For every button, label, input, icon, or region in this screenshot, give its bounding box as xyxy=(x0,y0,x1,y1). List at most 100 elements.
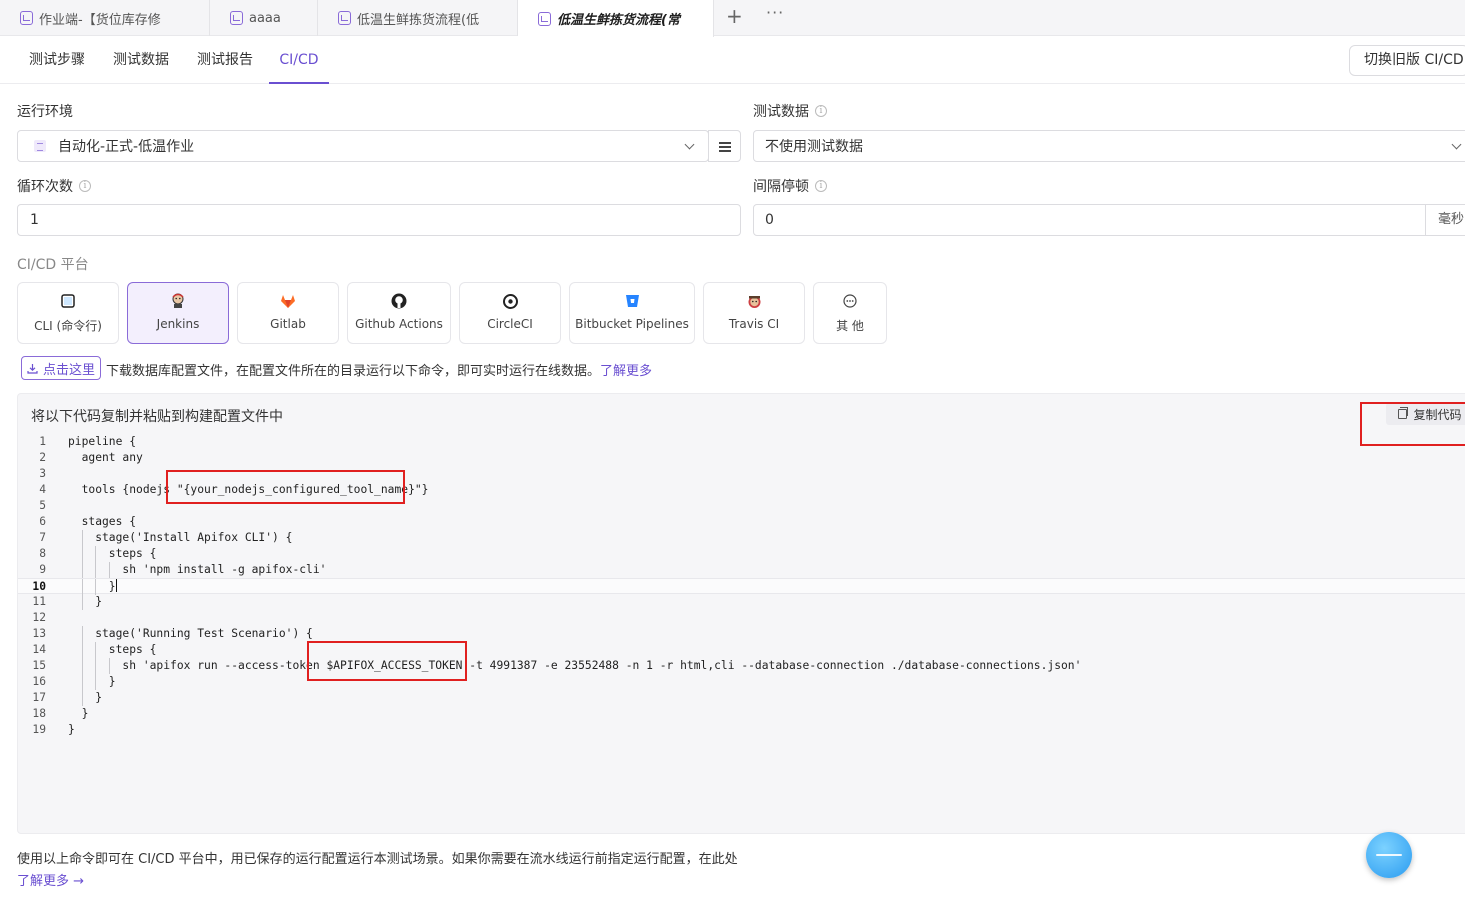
text-cursor xyxy=(115,579,118,592)
switch-old-cicd-button[interactable]: 切换旧版 CI/CD xyxy=(1349,45,1465,76)
code-line: 8 steps { xyxy=(18,546,1465,562)
env-label-text: 运行环境 xyxy=(17,104,73,120)
code-text: steps { xyxy=(68,547,157,560)
info-icon[interactable]: i xyxy=(815,180,827,192)
tab-cicd[interactable]: CI/CD xyxy=(269,36,329,84)
code-text: steps { xyxy=(68,643,157,656)
line-number: 6 xyxy=(39,515,46,528)
editor-tab[interactable]: 作业端-【货位库存修 xyxy=(0,0,210,36)
environment-icon xyxy=(34,140,46,152)
code-panel-title: 将以下代码复制并粘贴到构建配置文件中 xyxy=(31,409,283,425)
bitbucket-icon xyxy=(624,293,640,309)
platform-card-label: Gitlab xyxy=(270,317,306,331)
add-tab-icon[interactable]: + xyxy=(726,4,743,28)
gitlab-icon xyxy=(280,293,296,309)
code-line: 15 sh 'apifox run --access-token $APIFOX… xyxy=(18,658,1465,674)
floating-assistant-button[interactable] xyxy=(1366,832,1412,878)
platform-card-circleci[interactable]: CircleCI xyxy=(459,282,561,344)
platform-card-other[interactable]: 其 他 xyxy=(813,282,887,344)
platform-card-label: Github Actions xyxy=(355,317,443,331)
code-line: 12 xyxy=(18,610,1465,626)
code-text: } xyxy=(68,675,116,688)
code-line: 9 sh 'npm install -g apifox-cli' xyxy=(18,562,1465,578)
platform-card-cli[interactable]: CLI (命令行) xyxy=(17,282,119,344)
code-text: } xyxy=(68,595,103,608)
footer-text: 使用以上命令即可在 CI/CD 平台中，用已保存的运行配置运行本测试场景。如果你… xyxy=(17,852,738,867)
line-number: 14 xyxy=(32,643,46,656)
travis-icon xyxy=(746,293,762,309)
editor-tab[interactable]: aaaa xyxy=(210,0,318,36)
line-number: 8 xyxy=(39,547,46,560)
interval-label: 间隔停顿 i xyxy=(753,176,827,196)
test-scenario-icon xyxy=(20,11,33,25)
code-text: } xyxy=(68,579,118,593)
terminal-icon xyxy=(60,293,76,309)
line-number: 1 xyxy=(39,435,46,448)
loop-count-value: 1 xyxy=(30,212,39,228)
platform-card-jenkins[interactable]: Jenkins xyxy=(127,282,229,344)
platform-card-label: Travis CI xyxy=(728,317,780,331)
download-hint: 下载数据库配置文件，在配置文件所在的目录运行以下命令，即可实时运行在线数据。了解… xyxy=(106,360,652,379)
platform-card-label: CircleCI xyxy=(487,317,533,331)
learn-more-link[interactable]: 了解更多 xyxy=(600,364,652,379)
env-select-value: 自动化-正式-低温作业 xyxy=(58,139,195,155)
code-line: 6 stages { xyxy=(18,514,1465,530)
download-config-button[interactable]: 点击这里 xyxy=(21,356,101,380)
download-hint-text: 下载数据库配置文件，在配置文件所在的目录运行以下命令，即可实时运行在线数据。 xyxy=(106,364,601,379)
platform-card-bitbucket[interactable]: Bitbucket Pipelines xyxy=(569,282,695,344)
test-scenario-icon xyxy=(338,11,351,25)
more-circle-icon xyxy=(842,293,858,309)
info-icon[interactable]: i xyxy=(79,180,91,192)
code-text: pipeline { xyxy=(68,435,137,448)
code-line: 13 stage('Running Test Scenario') { xyxy=(18,626,1465,642)
platform-card-github-actions[interactable]: Github Actions xyxy=(347,282,451,344)
download-icon xyxy=(27,363,38,374)
code-line: 7 stage('Install Apifox CLI') { xyxy=(18,530,1465,546)
more-tabs-icon[interactable]: ··· xyxy=(766,3,784,22)
code-text: agent any xyxy=(68,451,143,464)
testdata-label: 测试数据 i xyxy=(753,101,827,121)
cicd-platform-label: CI/CD 平台 xyxy=(17,254,89,274)
info-icon[interactable]: i xyxy=(815,105,827,117)
editor-tab[interactable]: 低温生鲜拣货流程(低 xyxy=(318,0,518,36)
code-text: } xyxy=(68,691,103,704)
tab-test-data[interactable]: 测试数据 xyxy=(113,36,169,84)
env-label: 运行环境 xyxy=(17,101,73,121)
loop-label-text: 循环次数 xyxy=(17,179,73,195)
footer-learn-more-link[interactable]: 了解更多 → xyxy=(17,870,84,889)
line-number: 3 xyxy=(39,467,46,480)
line-number: 19 xyxy=(32,723,46,736)
highlight-box-tool-name xyxy=(166,470,405,504)
code-line: 11 } xyxy=(18,594,1465,610)
code-line: 10 } xyxy=(18,578,1465,595)
testdata-select-value: 不使用测试数据 xyxy=(765,139,863,155)
env-manage-button[interactable] xyxy=(708,130,741,162)
tab-test-report[interactable]: 测试报告 xyxy=(197,36,253,84)
interval-unit: 毫秒 xyxy=(1425,205,1465,235)
editor-tab-label: 作业端-【货位库存修 xyxy=(39,12,161,28)
code-line: 16 } xyxy=(18,674,1465,690)
platform-card-gitlab[interactable]: Gitlab xyxy=(237,282,339,344)
platform-card-label: Jenkins xyxy=(156,317,200,331)
code-line: 17 } xyxy=(18,690,1465,706)
platform-card-travis[interactable]: Travis CI xyxy=(703,282,805,344)
line-number: 5 xyxy=(39,499,46,512)
jenkins-icon xyxy=(170,293,186,309)
code-line: 18 } xyxy=(18,706,1465,722)
platform-card-label: Bitbucket Pipelines xyxy=(575,317,689,331)
loop-count-input[interactable]: 1 xyxy=(17,204,741,236)
editor-tab-bar: 作业端-【货位库存修 aaaa 低温生鲜拣货流程(低 低温生鲜拣货流程(常 + … xyxy=(0,0,1465,37)
env-select[interactable]: 自动化-正式-低温作业 xyxy=(17,130,709,162)
download-config-label: 点击这里 xyxy=(42,362,95,378)
loop-label: 循环次数 i xyxy=(17,176,91,196)
editor-tab-active[interactable]: 低温生鲜拣货流程(常 xyxy=(518,0,714,37)
code-text: stage('Running Test Scenario') { xyxy=(68,627,313,640)
code-line: 1 pipeline { xyxy=(18,434,1465,450)
line-number: 15 xyxy=(32,659,46,672)
code-text: stage('Install Apifox CLI') { xyxy=(68,531,293,544)
testdata-select[interactable]: 不使用测试数据 xyxy=(753,130,1465,162)
line-number: 12 xyxy=(32,611,46,624)
interval-input[interactable]: 0 毫秒 xyxy=(753,204,1465,236)
tab-test-steps[interactable]: 测试步骤 xyxy=(29,36,85,84)
code-text: } xyxy=(68,707,89,720)
